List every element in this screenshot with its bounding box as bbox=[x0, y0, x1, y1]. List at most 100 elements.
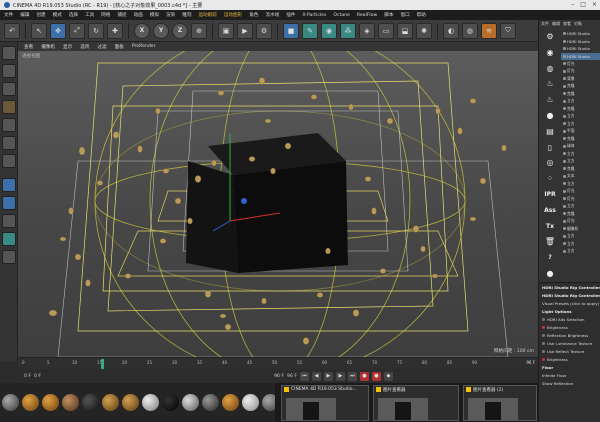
menu-item[interactable]: 工具 bbox=[85, 12, 94, 18]
list-item[interactable]: 平面 bbox=[561, 128, 600, 136]
menu-item[interactable]: 脚本 bbox=[384, 12, 393, 18]
material-swatch[interactable] bbox=[102, 394, 119, 411]
eye-icon[interactable]: ◉ bbox=[541, 46, 559, 59]
render-settings-icon[interactable]: ⚙ bbox=[256, 22, 272, 39]
next-key-icon[interactable]: ▶ bbox=[335, 371, 345, 381]
maximize-icon[interactable]: □ bbox=[580, 1, 586, 8]
material-swatch[interactable] bbox=[182, 394, 199, 411]
scale-icon[interactable]: ⤢ bbox=[69, 22, 85, 39]
z-axis-button[interactable]: Z bbox=[172, 22, 188, 39]
list-item[interactable]: 克隆 bbox=[561, 135, 600, 143]
preview-end-field[interactable]: 96 F bbox=[287, 374, 297, 379]
list-item[interactable]: 灯光 bbox=[561, 195, 600, 203]
menu-item[interactable]: X-Particles bbox=[302, 13, 326, 18]
menu-item[interactable]: 渲染 bbox=[166, 12, 175, 18]
timeline[interactable]: 0 5 10 15 20 25 30 35 40 45 50 55 60 65 … bbox=[18, 357, 538, 369]
list-item[interactable]: 克隆 bbox=[561, 105, 600, 113]
list-item[interactable]: HDRI Studio bbox=[561, 38, 600, 46]
material-swatch[interactable] bbox=[122, 394, 139, 411]
attr-row[interactable]: HDRI Alts Selection bbox=[539, 315, 600, 323]
points-mode-icon[interactable] bbox=[2, 118, 16, 132]
material-swatch[interactable] bbox=[82, 394, 99, 411]
list-item[interactable]: 立方 bbox=[561, 158, 600, 166]
prev-key-icon[interactable]: ◀ bbox=[311, 371, 321, 381]
cube-icon[interactable]: ■ bbox=[283, 22, 299, 39]
recent-tool-icon[interactable]: ✚ bbox=[107, 22, 123, 39]
menu-item[interactable]: 帮助 bbox=[417, 12, 426, 18]
play-icon[interactable]: ▶ bbox=[323, 371, 333, 381]
material-swatch[interactable] bbox=[142, 394, 159, 411]
om-menu-item[interactable]: 文件 bbox=[541, 21, 549, 27]
om-menu-item[interactable]: 编辑 bbox=[552, 21, 560, 27]
sphere-icon[interactable]: ● bbox=[541, 109, 559, 122]
viewport-menu-item[interactable]: 选项 bbox=[80, 44, 89, 50]
keyframe-icon[interactable]: ◆ bbox=[383, 371, 393, 381]
panel-icon[interactable]: ▤ bbox=[541, 125, 559, 138]
list-item[interactable]: 立方 bbox=[561, 113, 600, 121]
go-end-icon[interactable]: ⏭ bbox=[347, 371, 357, 381]
list-item[interactable]: 文本 bbox=[561, 173, 600, 181]
attr-row[interactable]: Reflection Brightness bbox=[539, 331, 600, 339]
record-icon[interactable]: ● bbox=[359, 371, 369, 381]
list-item[interactable]: 摄像机 bbox=[561, 225, 600, 233]
rotate-icon[interactable]: ↻ bbox=[88, 22, 104, 39]
tweak-mode-icon[interactable] bbox=[2, 196, 16, 210]
coord-icon[interactable]: ⊕ bbox=[191, 22, 207, 39]
render-region-icon[interactable]: ▣ bbox=[218, 22, 234, 39]
3d-viewport[interactable]: 透视视图 网格间距 : 100 cm bbox=[18, 51, 538, 357]
lightbulb-icon[interactable]: ♨ bbox=[541, 93, 559, 106]
axis-mode-icon[interactable] bbox=[2, 178, 16, 192]
attr-row[interactable]: Show Reflection bbox=[539, 379, 600, 387]
attr-row[interactable]: Use Luminance Texture bbox=[539, 339, 600, 347]
list-item[interactable]: 立方 bbox=[561, 98, 600, 106]
deformer-icon[interactable]: ◈ bbox=[359, 22, 375, 39]
shield-icon[interactable]: ⛉ bbox=[500, 22, 516, 39]
menu-item[interactable]: 插件 bbox=[286, 12, 295, 18]
material-swatch[interactable] bbox=[202, 394, 219, 411]
make-editable-icon[interactable] bbox=[2, 46, 16, 60]
menu-item[interactable]: 捕捉 bbox=[117, 12, 126, 18]
solo-icon[interactable] bbox=[2, 232, 16, 246]
attr-row[interactable]: Use Reflect Texture bbox=[539, 347, 600, 355]
material-icon[interactable]: ◍ bbox=[462, 22, 478, 39]
autokey-icon[interactable]: ● bbox=[371, 371, 381, 381]
file-icon[interactable]: ▯ bbox=[541, 141, 559, 154]
menu-item[interactable]: 网格 bbox=[101, 12, 110, 18]
list-item[interactable]: 背景 bbox=[561, 75, 600, 83]
array-icon[interactable]: ⁂ bbox=[340, 22, 356, 39]
material-swatch[interactable] bbox=[242, 394, 259, 411]
material-swatch[interactable] bbox=[62, 394, 79, 411]
menu-item[interactable]: 角色 bbox=[249, 12, 258, 18]
list-item[interactable]: HDRI Studio bbox=[561, 30, 600, 38]
menu-item[interactable]: 文件 bbox=[4, 12, 13, 18]
help-button[interactable]: ? bbox=[541, 251, 559, 264]
menu-item[interactable]: 模式 bbox=[53, 12, 62, 18]
list-item[interactable]: 灯光 bbox=[561, 68, 600, 76]
list-item[interactable]: 立方 bbox=[561, 150, 600, 158]
attr-row[interactable]: Infinite Floor bbox=[539, 371, 600, 379]
viewport-menu-item[interactable]: 显示 bbox=[63, 44, 72, 50]
list-item[interactable]: 灯光 bbox=[561, 218, 600, 226]
list-item[interactable]: 克隆 bbox=[561, 90, 600, 98]
gear-icon[interactable]: ⚙ bbox=[541, 30, 559, 43]
octane-icon[interactable]: ◎ bbox=[541, 157, 559, 170]
octane-icon[interactable]: ◐ bbox=[443, 22, 459, 39]
attr-row[interactable]: Brightness bbox=[539, 355, 600, 363]
x-axis-button[interactable]: X bbox=[134, 22, 150, 39]
pen-icon[interactable]: ✎ bbox=[302, 22, 318, 39]
list-item[interactable]: 立方 bbox=[561, 240, 600, 248]
light-icon[interactable]: ✺ bbox=[416, 22, 432, 39]
model-mode-icon[interactable] bbox=[2, 64, 16, 78]
undo-icon[interactable]: ↶ bbox=[4, 22, 20, 39]
ass-button[interactable]: Ass bbox=[541, 204, 559, 217]
y-axis-button[interactable]: Y bbox=[153, 22, 169, 39]
material-swatch[interactable] bbox=[222, 394, 239, 411]
list-item[interactable]: 灯光 bbox=[561, 188, 600, 196]
dots-icon[interactable]: ⁘ bbox=[541, 172, 559, 185]
list-item[interactable]: 克隆 bbox=[561, 83, 600, 91]
floor-icon[interactable]: ▭ bbox=[378, 22, 394, 39]
list-item[interactable]: 球体 bbox=[561, 143, 600, 151]
menu-item[interactable]: RealFlow bbox=[357, 13, 377, 18]
material-swatch[interactable] bbox=[2, 394, 19, 411]
om-menu-item[interactable]: 对象 bbox=[574, 21, 582, 27]
